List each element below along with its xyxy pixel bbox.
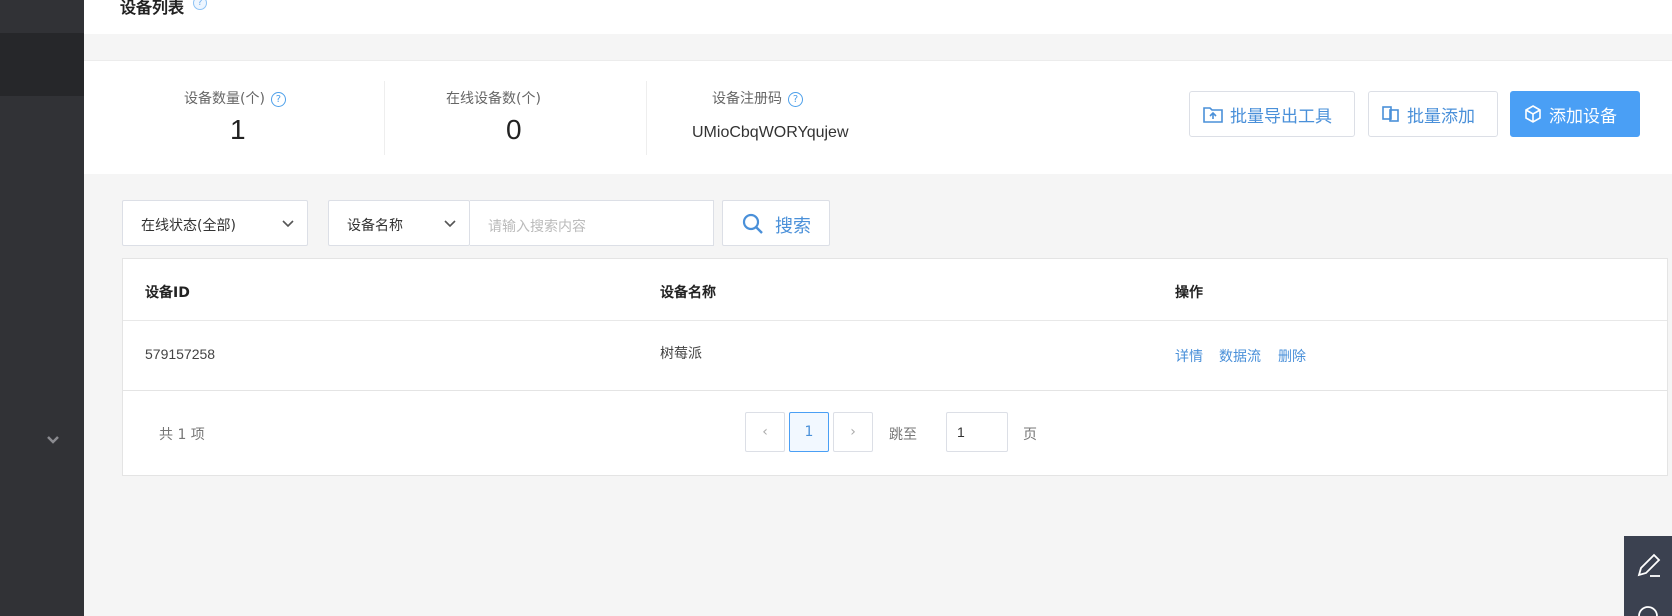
search-button[interactable]: 搜索: [722, 200, 830, 246]
batch-add-button[interactable]: 批量添加: [1368, 91, 1498, 137]
chevron-down-icon: [282, 220, 294, 228]
search-icon: [742, 213, 763, 234]
title-help-icon[interactable]: ?: [193, 0, 207, 10]
cell-device-name: 树莓派: [660, 346, 702, 362]
help-icon[interactable]: ?: [270, 91, 286, 107]
sidebar: [0, 0, 84, 616]
stat-register-code: 设备注册码? UMioCbqWORYqujew: [646, 61, 946, 175]
page-button-current[interactable]: 1: [789, 412, 829, 452]
column-header-device-name: 设备名称: [660, 285, 716, 301]
device-table: 设备ID 设备名称 操作 579157258 树莓派 详情 数据流 删除 共 1…: [122, 258, 1668, 476]
floating-toolbar: [1624, 536, 1672, 616]
search-field-select-value: 设备名称: [347, 218, 403, 234]
batch-export-label: 批量导出工具: [1230, 106, 1332, 127]
column-header-actions: 操作: [1175, 285, 1203, 301]
page-unit-label: 页: [1023, 427, 1037, 443]
next-page-button[interactable]: ›: [833, 412, 873, 452]
chevron-down-icon[interactable]: [43, 430, 63, 450]
chevron-down-icon: [444, 220, 456, 228]
stat-register-code-label: 设备注册码?: [712, 88, 803, 108]
add-device-button[interactable]: 添加设备: [1510, 91, 1640, 137]
add-device-label: 添加设备: [1549, 106, 1617, 127]
cell-device-id: 579157258: [145, 346, 216, 362]
page-title: 设备列表: [120, 0, 185, 17]
stat-register-code-value: UMioCbqWORYqujew: [692, 124, 849, 141]
page-header: 设备列表 ?: [84, 0, 1672, 34]
stat-device-count: 设备数量(个)? 1: [120, 61, 366, 175]
help-icon[interactable]: ?: [788, 91, 803, 107]
delete-link[interactable]: 删除: [1278, 346, 1306, 366]
edit-icon[interactable]: [1624, 542, 1672, 590]
stats-panel: 设备数量(个)? 1 在线设备数(个) 0 设备注册码? UMioCbqWORY…: [84, 60, 1672, 174]
stat-device-count-label: 设备数量(个)?: [184, 88, 286, 108]
search-input-placeholder: 请输入搜索内容: [488, 219, 586, 235]
main-content: 设备列表 ? 设备数量(个)? 1 在线设备数(个) 0 设备注册码? UMio…: [84, 0, 1672, 616]
copy-icon: [1382, 106, 1399, 122]
batch-add-label: 批量添加: [1407, 106, 1475, 127]
prev-page-button[interactable]: ‹: [745, 412, 785, 452]
online-status-select[interactable]: 在线状态(全部): [122, 200, 308, 246]
datastream-link[interactable]: 数据流: [1219, 346, 1261, 366]
jump-label: 跳至: [889, 427, 917, 443]
column-header-device-id: 设备ID: [145, 285, 190, 301]
upload-folder-icon: [1203, 107, 1223, 123]
stat-online-count: 在线设备数(个) 0: [384, 61, 646, 175]
batch-export-button[interactable]: 批量导出工具: [1189, 91, 1355, 137]
help-circle-icon[interactable]: [1624, 596, 1672, 616]
search-button-label: 搜索: [775, 216, 811, 237]
details-link[interactable]: 详情: [1175, 346, 1203, 366]
cube-icon: [1525, 105, 1541, 123]
online-status-select-value: 在线状态(全部): [141, 218, 236, 234]
table-row: 579157258 树莓派 详情 数据流 删除: [123, 321, 1667, 391]
jump-page-input[interactable]: 1: [946, 412, 1008, 452]
search-field-select[interactable]: 设备名称: [328, 200, 470, 246]
sidebar-active-item[interactable]: [0, 33, 84, 96]
stat-online-count-value: 0: [506, 114, 522, 145]
pagination-total: 共 1 项: [159, 427, 205, 443]
pagination: 共 1 项 ‹ 1 › 跳至 1 页: [123, 391, 1667, 475]
stat-device-count-value: 1: [230, 114, 246, 145]
search-input[interactable]: 请输入搜索内容: [470, 200, 714, 246]
table-header: 设备ID 设备名称 操作: [123, 259, 1667, 321]
stat-online-count-label: 在线设备数(个): [446, 91, 541, 107]
